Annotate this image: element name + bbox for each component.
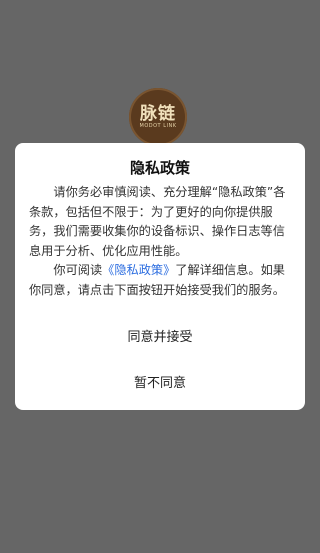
logo-sub-text: MODOT LINK — [139, 122, 177, 129]
privacy-dialog: 隐私政策 请你务必审慎阅读、充分理解“隐私政策”各条款，包括但不限于：为了更好的… — [15, 143, 305, 410]
dialog-title: 隐私政策 — [129, 159, 190, 177]
paragraph-2-before: 你可阅读 — [53, 263, 103, 277]
agree-button[interactable]: 同意并接受 — [15, 326, 305, 345]
privacy-policy-link[interactable]: 《隐私政策》 — [102, 263, 175, 277]
dialog-paragraph-2: 你可阅读《隐私政策》了解详细信息。如果你同意，请点击下面按钮开始接受我们的服务。 — [29, 261, 291, 300]
logo-main-text: 脉链 — [140, 103, 176, 124]
app-logo: 脉链 MODOT LINK — [129, 88, 187, 146]
dialog-body: 请你务必审慎阅读、充分理解“隐私政策”各条款，包括但不限于：为了更好的向你提供服… — [29, 183, 291, 300]
disagree-button[interactable]: 暂不同意 — [15, 372, 305, 391]
dialog-paragraph-1: 请你务必审慎阅读、充分理解“隐私政策”各条款，包括但不限于：为了更好的向你提供服… — [29, 185, 286, 258]
